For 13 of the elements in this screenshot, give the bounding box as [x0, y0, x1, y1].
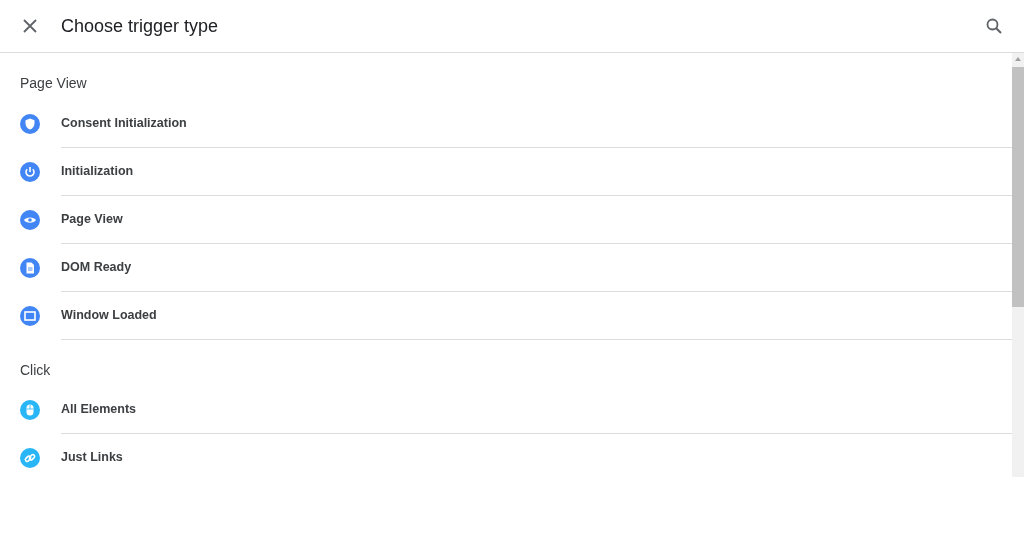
dialog-title: Choose trigger type: [61, 15, 220, 37]
trigger-type-item[interactable]: DOM Ready: [61, 259, 132, 274]
scrollbar[interactable]: [1012, 53, 1024, 477]
trigger-type-item[interactable]: All Elements: [61, 401, 137, 416]
close-icon[interactable]: [23, 19, 37, 33]
section-heading: Click: [19, 361, 52, 380]
section-heading: Page View: [19, 74, 88, 93]
trigger-type-item[interactable]: Page View: [61, 211, 123, 226]
trigger-type-item[interactable]: Just Links: [61, 449, 123, 464]
search-icon[interactable]: [986, 18, 1002, 34]
trigger-type-item[interactable]: Consent Initialization: [61, 115, 187, 130]
trigger-type-item[interactable]: Initialization: [61, 163, 134, 178]
trigger-type-item[interactable]: Window Loaded: [61, 307, 157, 322]
